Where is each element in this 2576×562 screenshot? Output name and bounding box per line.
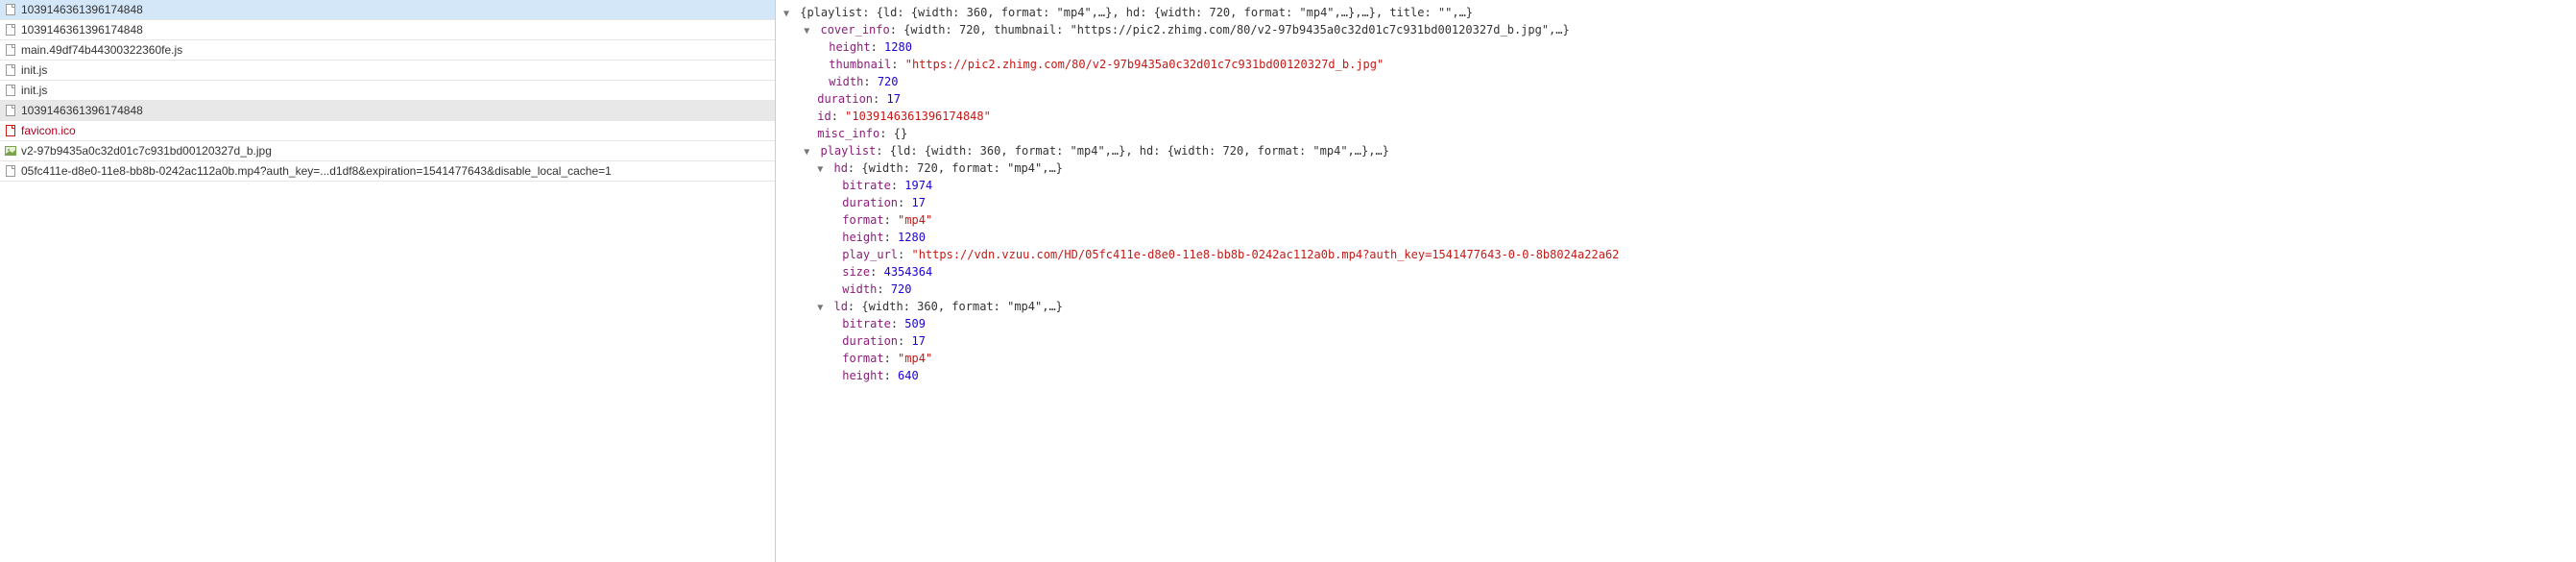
json-node[interactable]: ▼ ld: {width: 360, format: "mp4",…} [783,298,2568,315]
network-row[interactable]: main.49df74b44300322360fe.js [0,40,775,61]
json-summary: {width: 360, format: "mp4",…} [861,300,1063,313]
json-leaf[interactable]: width: 720 [783,73,2568,90]
document-icon [4,164,17,178]
json-key: duration [842,196,898,209]
expand-arrow-icon[interactable]: ▼ [804,24,813,38]
network-row[interactable]: init.js [0,61,775,81]
document-icon [4,3,17,16]
json-key: height [842,231,883,244]
json-key: format [842,352,883,365]
request-name: 1039146361396174848 [21,104,143,117]
json-node[interactable]: ▼ hd: {width: 720, format: "mp4",…} [783,159,2568,177]
json-key: size [842,265,870,279]
document-icon [4,84,17,97]
document-icon [4,23,17,37]
json-value: "mp4" [898,352,932,365]
json-leaf[interactable]: bitrate: 1974 [783,177,2568,194]
json-value: 640 [898,369,919,382]
json-value: "mp4" [898,213,932,227]
json-value: "https://pic2.zhimg.com/80/v2-97b9435a0c… [905,58,1384,71]
expand-arrow-icon[interactable]: ▼ [817,301,827,315]
json-value: 17 [911,196,925,209]
json-value: 1974 [904,179,932,192]
json-leaf[interactable]: height: 1280 [783,38,2568,56]
json-value: "1039146361396174848" [845,110,991,123]
json-summary: {ld: {width: 360, format: "mp4",…}, hd: … [890,144,1389,158]
json-leaf[interactable]: width: 720 [783,281,2568,298]
request-name: 1039146361396174848 [21,23,143,37]
json-node[interactable]: ▼ {playlist: {ld: {width: 360, format: "… [783,4,2568,21]
json-value: 1280 [884,40,912,54]
document-icon [4,124,17,137]
json-node[interactable]: ▼ cover_info: {width: 720, thumbnail: "h… [783,21,2568,38]
network-request-list[interactable]: 1039146361396174848 1039146361396174848 … [0,0,776,562]
json-leaf[interactable]: thumbnail: "https://pic2.zhimg.com/80/v2… [783,56,2568,73]
json-key: width [829,75,863,88]
json-leaf[interactable]: duration: 17 [783,194,2568,211]
network-row[interactable]: 1039146361396174848 [0,0,775,20]
json-leaf[interactable]: bitrate: 509 [783,315,2568,332]
json-value: 720 [878,75,899,88]
json-key: duration [842,334,898,348]
json-node[interactable]: ▼ playlist: {ld: {width: 360, format: "m… [783,142,2568,159]
network-row[interactable]: init.js [0,81,775,101]
json-summary: {width: 720, format: "mp4",…} [861,161,1063,175]
request-name: 1039146361396174848 [21,3,143,16]
json-leaf[interactable]: height: 640 [783,367,2568,384]
request-name: main.49df74b44300322360fe.js [21,43,182,57]
json-key: width [842,282,877,296]
network-row[interactable]: v2-97b9435a0c32d01c7c931bd00120327d_b.jp… [0,141,775,161]
json-value: 17 [911,334,925,348]
json-value: 720 [891,282,912,296]
json-value: 1280 [898,231,926,244]
json-key: height [842,369,883,382]
network-row[interactable]: 05fc411e-d8e0-11e8-bb8b-0242ac112a0b.mp4… [0,161,775,182]
json-value: 17 [886,92,900,106]
json-leaf[interactable]: format: "mp4" [783,211,2568,229]
json-key: cover_info [820,23,889,37]
json-key: ld [833,300,847,313]
json-key: bitrate [842,317,891,330]
request-name: init.js [21,63,47,77]
image-icon [4,144,17,158]
document-icon [4,104,17,117]
json-value: 509 [904,317,926,330]
document-icon [4,63,17,77]
expand-arrow-icon[interactable]: ▼ [817,162,827,177]
request-name: v2-97b9435a0c32d01c7c931bd00120327d_b.jp… [21,144,272,158]
json-value: {} [894,127,907,140]
json-value: 4354364 [884,265,933,279]
json-key: playlist [820,144,876,158]
json-key: duration [817,92,873,106]
json-leaf[interactable]: play_url: "https://vdn.vzuu.com/HD/05fc4… [783,246,2568,263]
request-name: 05fc411e-d8e0-11e8-bb8b-0242ac112a0b.mp4… [21,164,612,178]
expand-arrow-icon[interactable]: ▼ [804,145,813,159]
json-key: bitrate [842,179,891,192]
network-row[interactable]: 1039146361396174848 [0,101,775,121]
json-summary: {playlist: {ld: {width: 360, format: "mp… [800,6,1473,19]
json-leaf[interactable]: duration: 17 [783,90,2568,108]
expand-arrow-icon[interactable]: ▼ [783,7,793,21]
json-leaf[interactable]: height: 1280 [783,229,2568,246]
network-row[interactable]: 1039146361396174848 [0,20,775,40]
json-key: play_url [842,248,898,261]
json-key: id [817,110,831,123]
json-leaf[interactable]: id: "1039146361396174848" [783,108,2568,125]
json-summary: {width: 720, thumbnail: "https://pic2.zh… [903,23,1570,37]
json-value: "https://vdn.vzuu.com/HD/05fc411e-d8e0-1… [911,248,1619,261]
document-icon [4,43,17,57]
request-name: favicon.ico [21,124,76,137]
json-key: misc_info [817,127,879,140]
json-key: format [842,213,883,227]
json-preview-panel[interactable]: ▼ {playlist: {ld: {width: 360, format: "… [776,0,2576,562]
json-leaf[interactable]: format: "mp4" [783,350,2568,367]
json-key: hd [833,161,847,175]
json-key: height [829,40,870,54]
request-name: init.js [21,84,47,97]
json-leaf[interactable]: size: 4354364 [783,263,2568,281]
network-row[interactable]: favicon.ico [0,121,775,141]
json-leaf[interactable]: duration: 17 [783,332,2568,350]
json-leaf[interactable]: misc_info: {} [783,125,2568,142]
json-key: thumbnail [829,58,891,71]
